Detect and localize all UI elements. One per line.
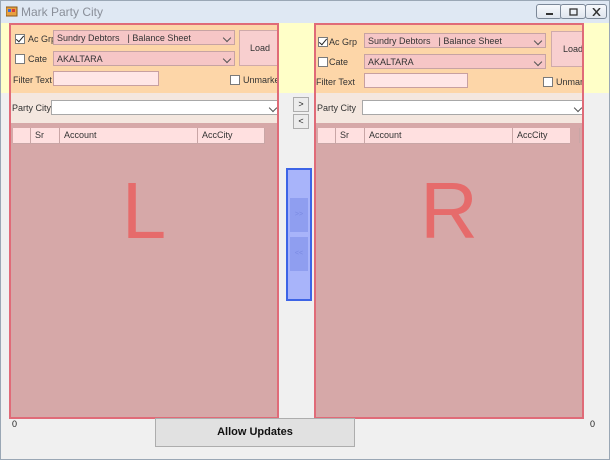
chevron-down-icon bbox=[533, 57, 543, 67]
right-cate-combo[interactable]: AKALTARA bbox=[364, 54, 546, 69]
right-party-city-combo[interactable] bbox=[362, 100, 582, 115]
left-panel: Ac Grp Sundry Debtors | Balance Sheet Cat… bbox=[9, 23, 279, 419]
right-grid-header: Sr Account AccCity bbox=[318, 128, 580, 144]
close-button[interactable] bbox=[585, 4, 607, 19]
chevron-down-icon bbox=[222, 54, 232, 64]
left-unmarked-label: Unmarked bbox=[243, 75, 277, 85]
maximize-icon bbox=[569, 8, 578, 16]
app-window: Mark Party City Ac Grp Sundry Debtors | B… bbox=[0, 0, 610, 460]
left-cate-value: AKALTARA bbox=[57, 54, 103, 64]
left-load-button[interactable]: Load bbox=[239, 30, 277, 66]
left-count: 0 bbox=[12, 419, 18, 429]
minimize-button[interactable] bbox=[536, 4, 562, 19]
left-party-city-label: Party City bbox=[12, 103, 52, 113]
right-cate-value: AKALTARA bbox=[368, 57, 414, 67]
left-row-header-cell bbox=[13, 128, 31, 143]
right-col-account[interactable]: Account bbox=[365, 128, 513, 143]
left-ac-grp-label: Ac Grp bbox=[28, 34, 57, 44]
left-city-area: Party City bbox=[11, 93, 277, 123]
left-filter-area: Ac Grp Sundry Debtors | Balance Sheet Cat… bbox=[11, 25, 277, 93]
right-col-acccity[interactable]: AccCity bbox=[513, 128, 580, 143]
move-left-button[interactable]: < bbox=[293, 114, 309, 129]
left-cate-checkbox[interactable] bbox=[15, 54, 25, 64]
right-load-button[interactable]: Load bbox=[551, 31, 582, 67]
app-icon bbox=[6, 6, 18, 17]
right-cate-label: Cate bbox=[329, 57, 349, 67]
right-big-letter: R bbox=[420, 166, 478, 255]
right-filter-input[interactable] bbox=[364, 73, 468, 88]
chevron-down-icon bbox=[573, 103, 582, 113]
right-ac-grp-value: Sundry Debtors bbox=[368, 36, 431, 46]
left-cate-combo[interactable]: AKALTARA bbox=[53, 51, 235, 66]
right-party-city-label: Party City bbox=[317, 103, 357, 113]
right-panel: Ac Grp Sundry Debtors | Balance Sheet Cat… bbox=[314, 23, 584, 419]
left-col-account[interactable]: Account bbox=[60, 128, 198, 143]
right-city-area: Party City bbox=[316, 93, 582, 123]
transfer-all-right-button[interactable]: >> bbox=[290, 198, 308, 232]
left-filter-input[interactable] bbox=[53, 71, 159, 86]
left-filter-label: Filter Text bbox=[13, 75, 52, 85]
left-ac-grp-value2: | Balance Sheet bbox=[127, 33, 191, 43]
allow-updates-button[interactable]: Allow Updates bbox=[155, 418, 355, 447]
right-row-header-cell bbox=[318, 128, 336, 143]
left-ac-grp-combo[interactable]: Sundry Debtors | Balance Sheet bbox=[53, 30, 235, 45]
chevron-down-icon bbox=[268, 103, 277, 113]
right-filter-area: Ac Grp Sundry Debtors | Balance Sheet Cat… bbox=[316, 25, 582, 93]
chevron-down-icon bbox=[222, 33, 232, 43]
left-grid-header: Sr Account AccCity bbox=[13, 128, 265, 144]
right-col-sr[interactable]: Sr bbox=[336, 128, 365, 143]
right-unmarked-label: Unmarked bbox=[556, 77, 584, 87]
left-unmarked-checkbox[interactable] bbox=[230, 75, 240, 85]
left-ac-grp-checkbox[interactable] bbox=[15, 34, 25, 44]
transfer-all-left-button[interactable]: << bbox=[290, 237, 308, 271]
left-ac-grp-value: Sundry Debtors bbox=[57, 33, 120, 43]
right-cate-checkbox[interactable] bbox=[318, 57, 328, 67]
maximize-button[interactable] bbox=[560, 4, 586, 19]
right-filter-label: Filter Text bbox=[316, 77, 355, 87]
right-count: 0 bbox=[590, 419, 596, 429]
right-ac-grp-checkbox[interactable] bbox=[318, 37, 328, 47]
left-party-city-combo[interactable] bbox=[51, 100, 277, 115]
client-area: Ac Grp Sundry Debtors | Balance Sheet Cat… bbox=[1, 23, 609, 459]
title-bar: Mark Party City bbox=[1, 1, 609, 23]
right-ac-grp-combo[interactable]: Sundry Debtors | Balance Sheet bbox=[364, 33, 546, 48]
middle-transfer-strip: >> << bbox=[286, 168, 312, 301]
window-title: Mark Party City bbox=[21, 5, 104, 19]
right-ac-grp-value2: | Balance Sheet bbox=[438, 36, 502, 46]
right-unmarked-checkbox[interactable] bbox=[543, 77, 553, 87]
left-cate-label: Cate bbox=[28, 54, 48, 64]
move-right-button[interactable]: > bbox=[293, 97, 309, 112]
minimize-icon bbox=[546, 13, 553, 15]
left-col-acccity[interactable]: AccCity bbox=[198, 128, 265, 143]
right-ac-grp-label: Ac Grp bbox=[329, 37, 358, 47]
left-col-sr[interactable]: Sr bbox=[31, 128, 60, 143]
close-icon bbox=[592, 8, 601, 16]
left-big-letter: L bbox=[121, 166, 167, 255]
chevron-down-icon bbox=[533, 36, 543, 46]
